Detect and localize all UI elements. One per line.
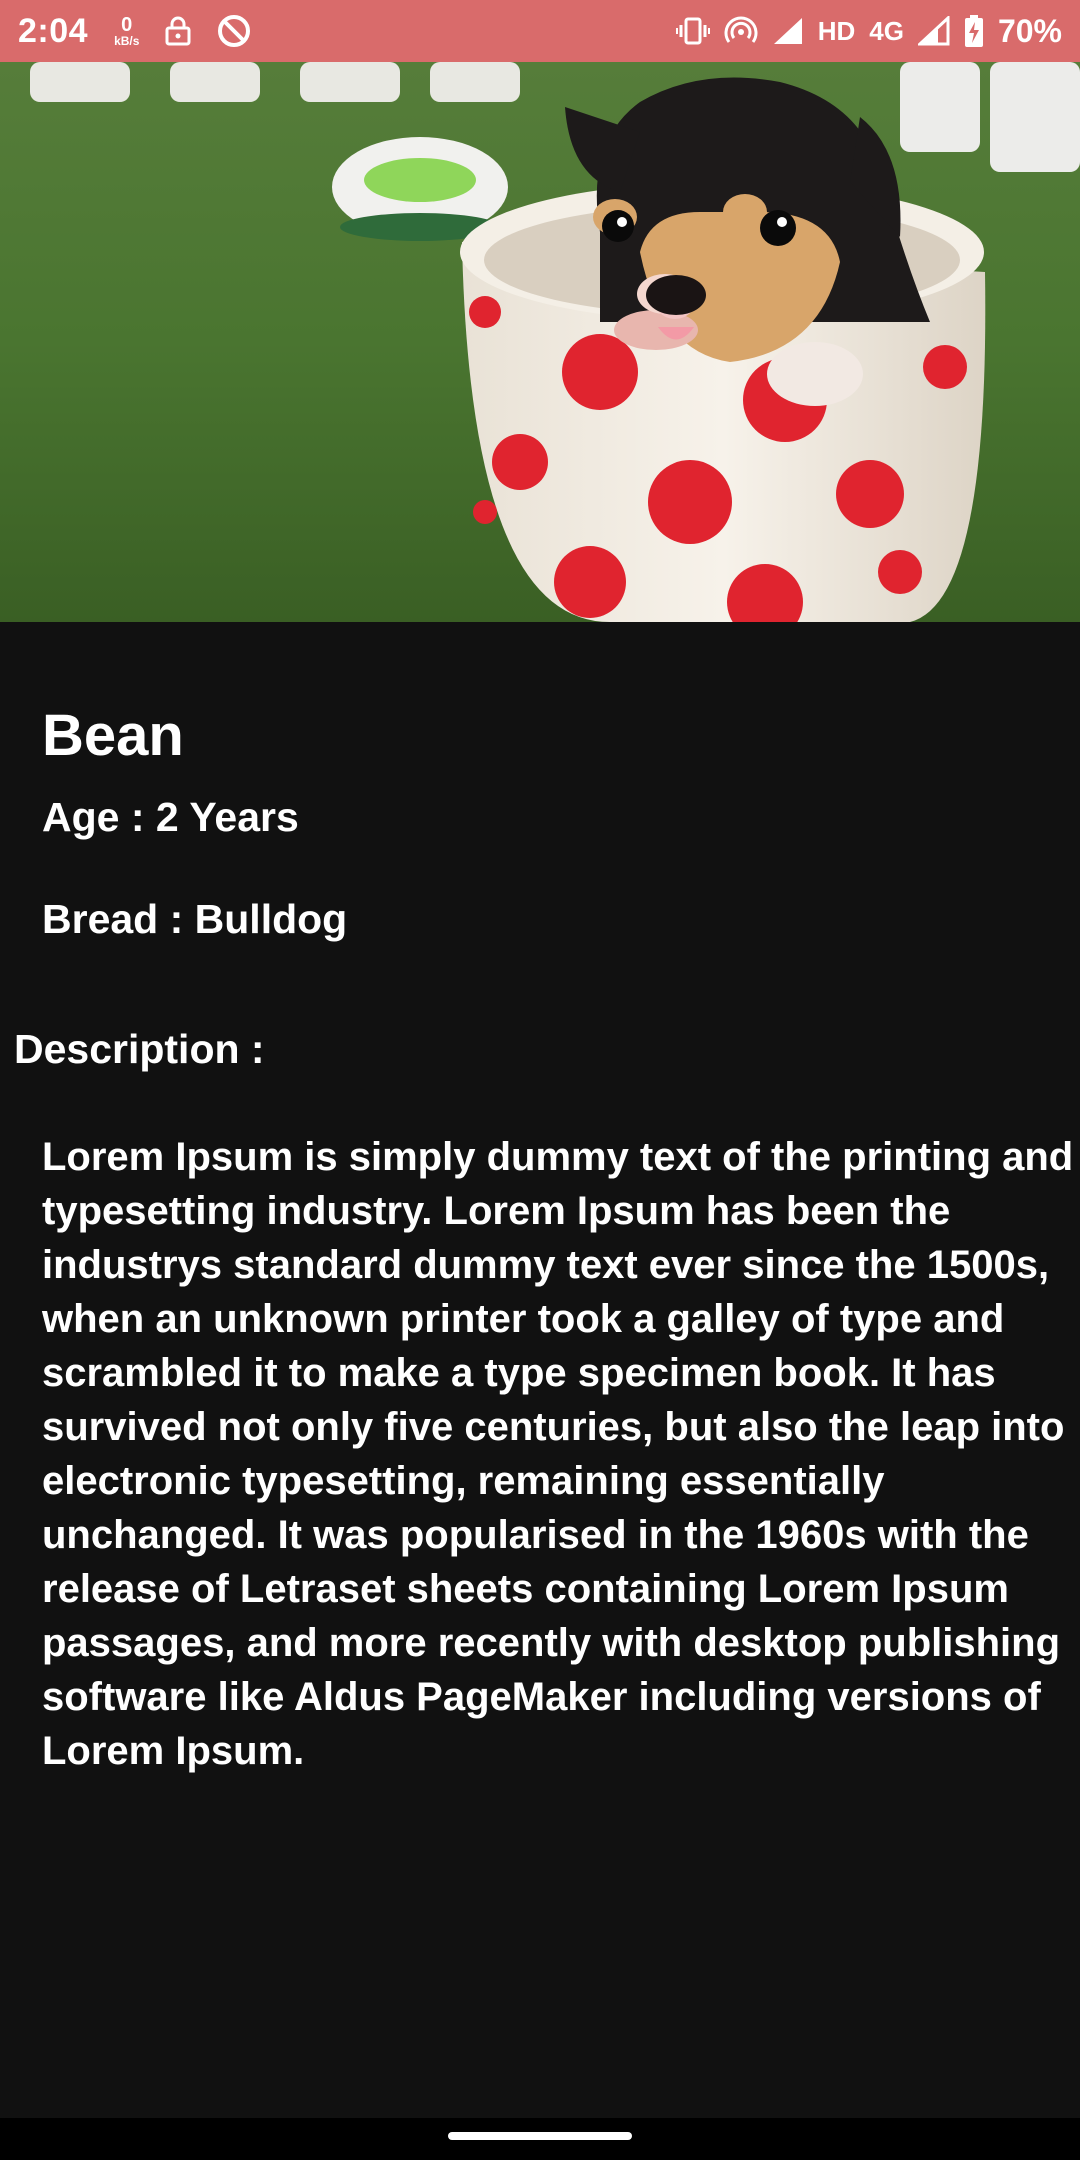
pet-name: Bean — [42, 703, 184, 768]
hotspot-icon — [724, 16, 758, 46]
do-not-disturb-icon — [217, 14, 251, 48]
network-speed-unit: kB/s — [114, 34, 140, 48]
status-bar: 2:04 0 kB/s HD 4G 70% — [0, 0, 1080, 62]
network-speed: 0 kB/s — [114, 15, 139, 47]
signal-icon-2 — [917, 16, 950, 46]
system-navigation-bar — [0, 2118, 1080, 2160]
battery-charging-icon — [964, 14, 984, 48]
battery-percent: 70% — [997, 12, 1062, 49]
signal-icon — [772, 16, 804, 46]
vibrate-icon — [675, 16, 710, 46]
network-type: 4G — [869, 15, 904, 46]
description-body: Lorem Ipsum is simply dummy text of the … — [42, 1135, 1074, 1773]
network-speed-value: 0 — [121, 14, 133, 36]
status-time: 2:04 — [18, 11, 89, 50]
home-gesture-handle[interactable] — [448, 2132, 632, 2140]
pet-breed: Bread : Bulldog — [42, 896, 348, 942]
pet-photo — [0, 62, 1080, 622]
network-label: HD — [817, 15, 856, 46]
pet-age: Age : 2 Years — [42, 794, 299, 840]
lock-icon — [165, 16, 191, 46]
description-heading: Description : — [14, 1026, 265, 1072]
